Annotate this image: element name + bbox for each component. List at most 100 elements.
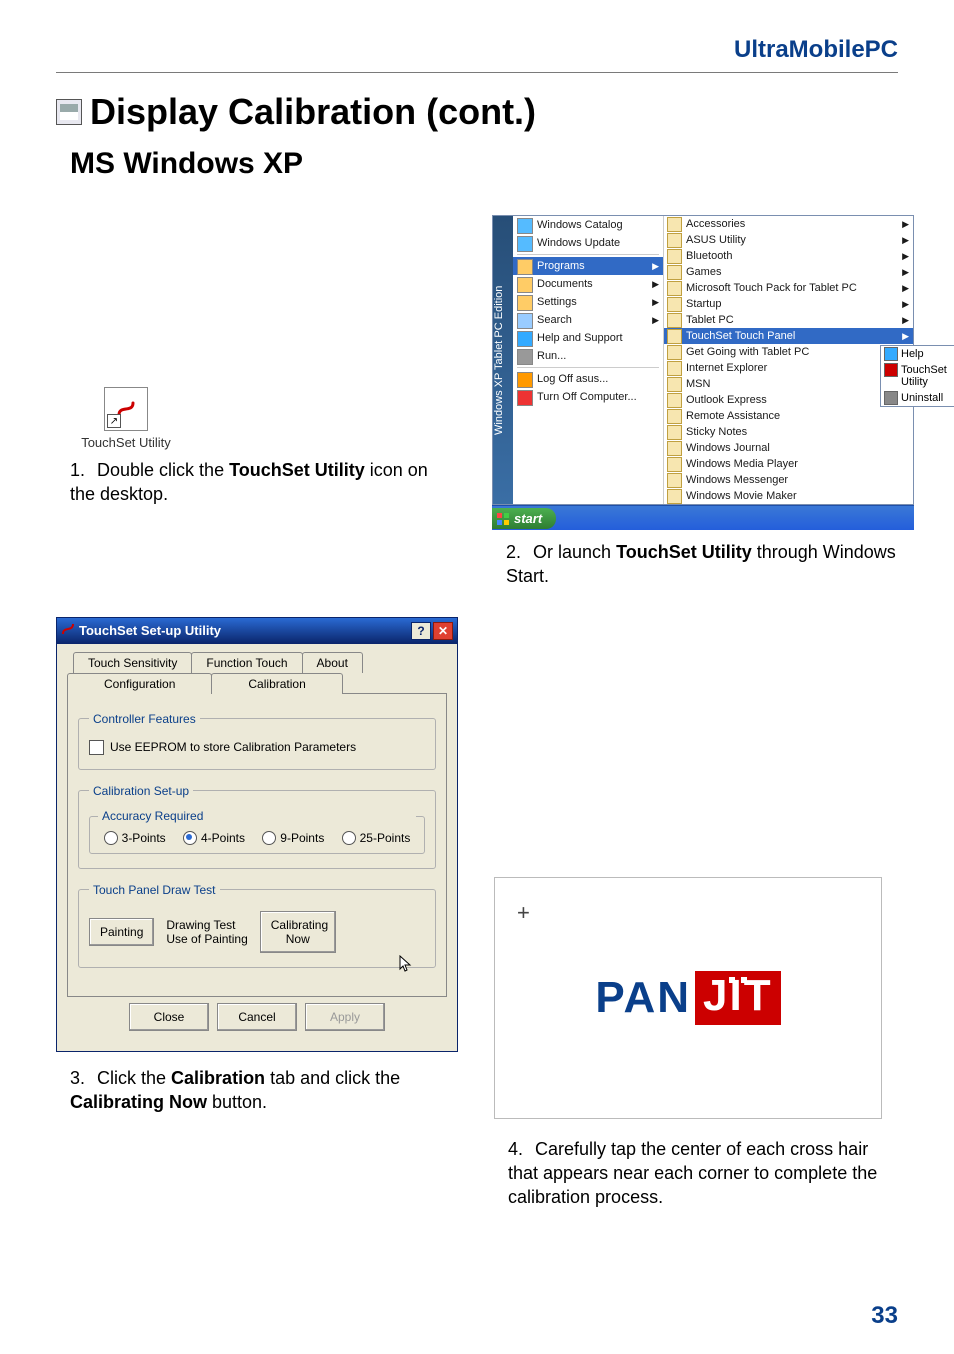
cancel-button[interactable]: Cancel (217, 1003, 297, 1031)
step4-text: Carefully tap the center of each cross h… (508, 1139, 877, 1208)
tab-touch-sensitivity[interactable]: Touch Sensitivity (73, 652, 192, 673)
touchset-desktop-shortcut[interactable]: ↗ TouchSet Utility (56, 387, 196, 450)
dialog-button-row: Close Cancel Apply (67, 997, 447, 1041)
page-title-text: Display Calibration (cont.) (90, 91, 536, 133)
step2-text-a: Or launch (533, 542, 616, 562)
start-programs-item[interactable]: Windows Movie Maker (664, 488, 913, 504)
start-programs-item[interactable]: Internet Explorer (664, 360, 913, 376)
dialog-titlebar[interactable]: TouchSet Set-up Utility ? ✕ (57, 618, 457, 644)
start-programs-item[interactable]: MSN (664, 376, 913, 392)
start-button[interactable]: start (492, 508, 556, 529)
accuracy-radio-9-points[interactable]: 9-Points (262, 831, 324, 845)
start-left-item[interactable]: Turn Off Computer... (513, 388, 663, 406)
touchset-dialog: TouchSet Set-up Utility ? ✕ Touch Sensit… (56, 617, 458, 1052)
start-programs-item[interactable]: ASUS Utility▶ (664, 232, 913, 248)
start-programs-item[interactable]: Bluetooth▶ (664, 248, 913, 264)
cursor-icon (399, 955, 413, 973)
start-left-item[interactable]: Log Off asus... (513, 370, 663, 388)
draw-test-group: Touch Panel Draw Test Painting Drawing T… (78, 883, 436, 968)
step4-col: + PAN JIT 4. Carefully tap the center of… (494, 617, 894, 1210)
start-submenu-item[interactable]: Help (881, 346, 954, 362)
panjit-jit-box: JIT (695, 971, 781, 1025)
step1-text-a: Double click the (97, 460, 229, 480)
start-left-item[interactable]: Run... (513, 347, 663, 365)
start-programs-pane: Accessories▶ASUS Utility▶Bluetooth▶Games… (664, 216, 913, 504)
step2-num: 2. (506, 540, 528, 564)
start-left-item[interactable]: Documents▶ (513, 275, 663, 293)
start-programs-item[interactable]: Microsoft Touch Pack for Tablet PC▶ (664, 280, 913, 296)
start-programs-item[interactable]: Remote Assistance (664, 408, 913, 424)
dialog-title-text: TouchSet Set-up Utility (79, 623, 221, 638)
tab-panel-calibration: Controller Features Use EEPROM to store … (67, 693, 447, 997)
tab-configuration[interactable]: Configuration (67, 673, 212, 694)
step3-bold2: Calibrating Now (70, 1092, 207, 1112)
step4-num: 4. (508, 1137, 530, 1161)
panjit-pan: PAN (595, 973, 691, 1023)
start-left-item[interactable]: Help and Support (513, 329, 663, 347)
shortcut-label: TouchSet Utility (56, 435, 196, 450)
drawtest-line1: Drawing Test (166, 918, 247, 932)
step1-num: 1. (70, 458, 92, 482)
start-programs-item[interactable]: Windows Media Player (664, 456, 913, 472)
eeprom-label: Use EEPROM to store Calibration Paramete… (110, 740, 356, 754)
start-programs-item[interactable]: Sticky Notes (664, 424, 913, 440)
crosshair-icon: + (517, 900, 530, 926)
start-programs-item[interactable]: Get Going with Tablet PC (664, 344, 913, 360)
accuracy-radio-25-points[interactable]: 25-Points (342, 831, 411, 845)
tab-calibration[interactable]: Calibration (211, 673, 342, 694)
draw-test-legend: Touch Panel Draw Test (89, 883, 220, 897)
eeprom-checkbox[interactable]: Use EEPROM to store Calibration Paramete… (89, 740, 425, 755)
step3-col: TouchSet Set-up Utility ? ✕ Touch Sensit… (56, 617, 458, 1210)
calibration-screen[interactable]: + PAN JIT (494, 877, 882, 1119)
step1-caption: 1. Double click the TouchSet Utility ico… (70, 458, 456, 507)
step3-bold1: Calibration (171, 1068, 265, 1088)
start-programs-item[interactable]: Outlook Express (664, 392, 913, 408)
start-programs-item[interactable]: Windows Messenger (664, 472, 913, 488)
start-sidebar-label: Windows XP Tablet PC Edition (493, 216, 513, 504)
apply-button[interactable]: Apply (305, 1003, 385, 1031)
display-icon (56, 99, 82, 125)
accuracy-radio-row: 3-Points 4-Points 9-Points 25-Points (98, 831, 416, 845)
accuracy-radio-3-points[interactable]: 3-Points (104, 831, 166, 845)
page-number: 33 (871, 1302, 898, 1330)
step3-text-a: Click the (97, 1068, 171, 1088)
step3-num: 3. (70, 1066, 92, 1090)
accuracy-legend: Accuracy Required (98, 809, 416, 823)
tab-function-touch[interactable]: Function Touch (191, 652, 302, 673)
taskbar: start (492, 505, 914, 530)
close-dialog-button[interactable]: Close (129, 1003, 209, 1031)
step4-caption: 4. Carefully tap the center of each cros… (508, 1137, 894, 1210)
page-subhead: MS Windows XP (70, 147, 898, 181)
start-left-item[interactable]: Programs▶ (513, 257, 663, 275)
calibration-setup-group: Calibration Set-up Accuracy Required 3-P… (78, 784, 436, 869)
step1-bold: TouchSet Utility (229, 460, 365, 480)
start-programs-item[interactable]: Accessories▶ (664, 216, 913, 232)
step3-text-c: button. (207, 1092, 267, 1112)
start-submenu-item[interactable]: TouchSet Utility (881, 362, 954, 390)
start-submenu: HelpTouchSet UtilityUninstall (880, 345, 954, 407)
start-left-item[interactable]: Settings▶ (513, 293, 663, 311)
step2-caption: 2. Or launch TouchSet Utility through Wi… (506, 540, 914, 589)
start-left-item[interactable]: Windows Update (513, 234, 663, 252)
start-submenu-item[interactable]: Uninstall (881, 390, 954, 406)
controller-features-group: Controller Features Use EEPROM to store … (78, 712, 436, 770)
touchset-logo-small-icon (61, 622, 75, 636)
start-programs-item[interactable]: Tablet PC▶ (664, 312, 913, 328)
painting-button[interactable]: Painting (89, 918, 154, 946)
accuracy-radio-4-points[interactable]: 4-Points (183, 831, 245, 845)
start-programs-item[interactable]: Games▶ (664, 264, 913, 280)
accuracy-group: Accuracy Required 3-Points4-Points9-Poin… (89, 816, 425, 854)
start-programs-item[interactable]: TouchSet Touch Panel▶ (664, 328, 913, 344)
tab-about[interactable]: About (302, 652, 363, 673)
start-programs-item[interactable]: Startup▶ (664, 296, 913, 312)
start-left-item[interactable]: Search▶ (513, 311, 663, 329)
help-button[interactable]: ? (411, 622, 431, 640)
start-left-item[interactable]: Windows Catalog (513, 216, 663, 234)
step1-col: ↗ TouchSet Utility 1. Double click the T… (56, 207, 456, 589)
start-programs-item[interactable]: Windows Journal (664, 440, 913, 456)
close-button[interactable]: ✕ (433, 622, 453, 640)
start-menu-screenshot: Windows XP Tablet PC Edition Windows Cat… (492, 215, 914, 530)
start-left-pane: Windows CatalogWindows Update Programs▶Do… (513, 216, 664, 504)
calibrating-now-button[interactable]: Calibrating Now (260, 911, 336, 953)
checkbox-icon (89, 740, 104, 755)
